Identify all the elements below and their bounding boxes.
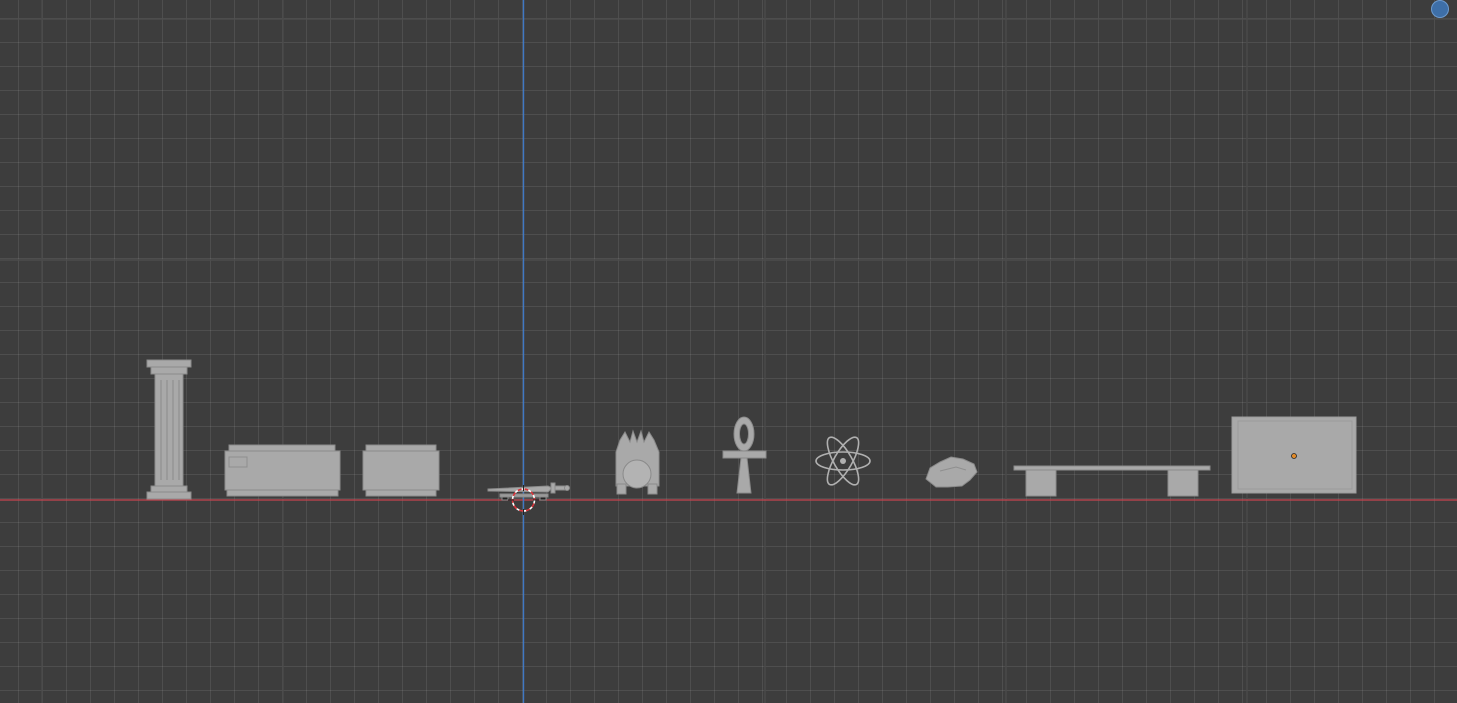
throne-object[interactable] <box>615 429 660 495</box>
3d-viewport[interactable] <box>0 0 1457 703</box>
rock-object[interactable] <box>925 456 978 488</box>
sword-object[interactable] <box>487 482 570 501</box>
navigation-gizmo-icon[interactable] <box>1431 0 1449 18</box>
origin-point-icon <box>1291 453 1297 459</box>
bench-object[interactable] <box>1013 465 1211 497</box>
panel-object[interactable] <box>1231 416 1357 494</box>
column-object[interactable] <box>146 359 192 500</box>
chest-large-object[interactable] <box>224 444 341 497</box>
atom-object[interactable] <box>815 433 871 489</box>
chest-small-object[interactable] <box>362 444 440 497</box>
scene-canvas[interactable] <box>0 0 1457 703</box>
ankh-object[interactable] <box>722 416 767 494</box>
